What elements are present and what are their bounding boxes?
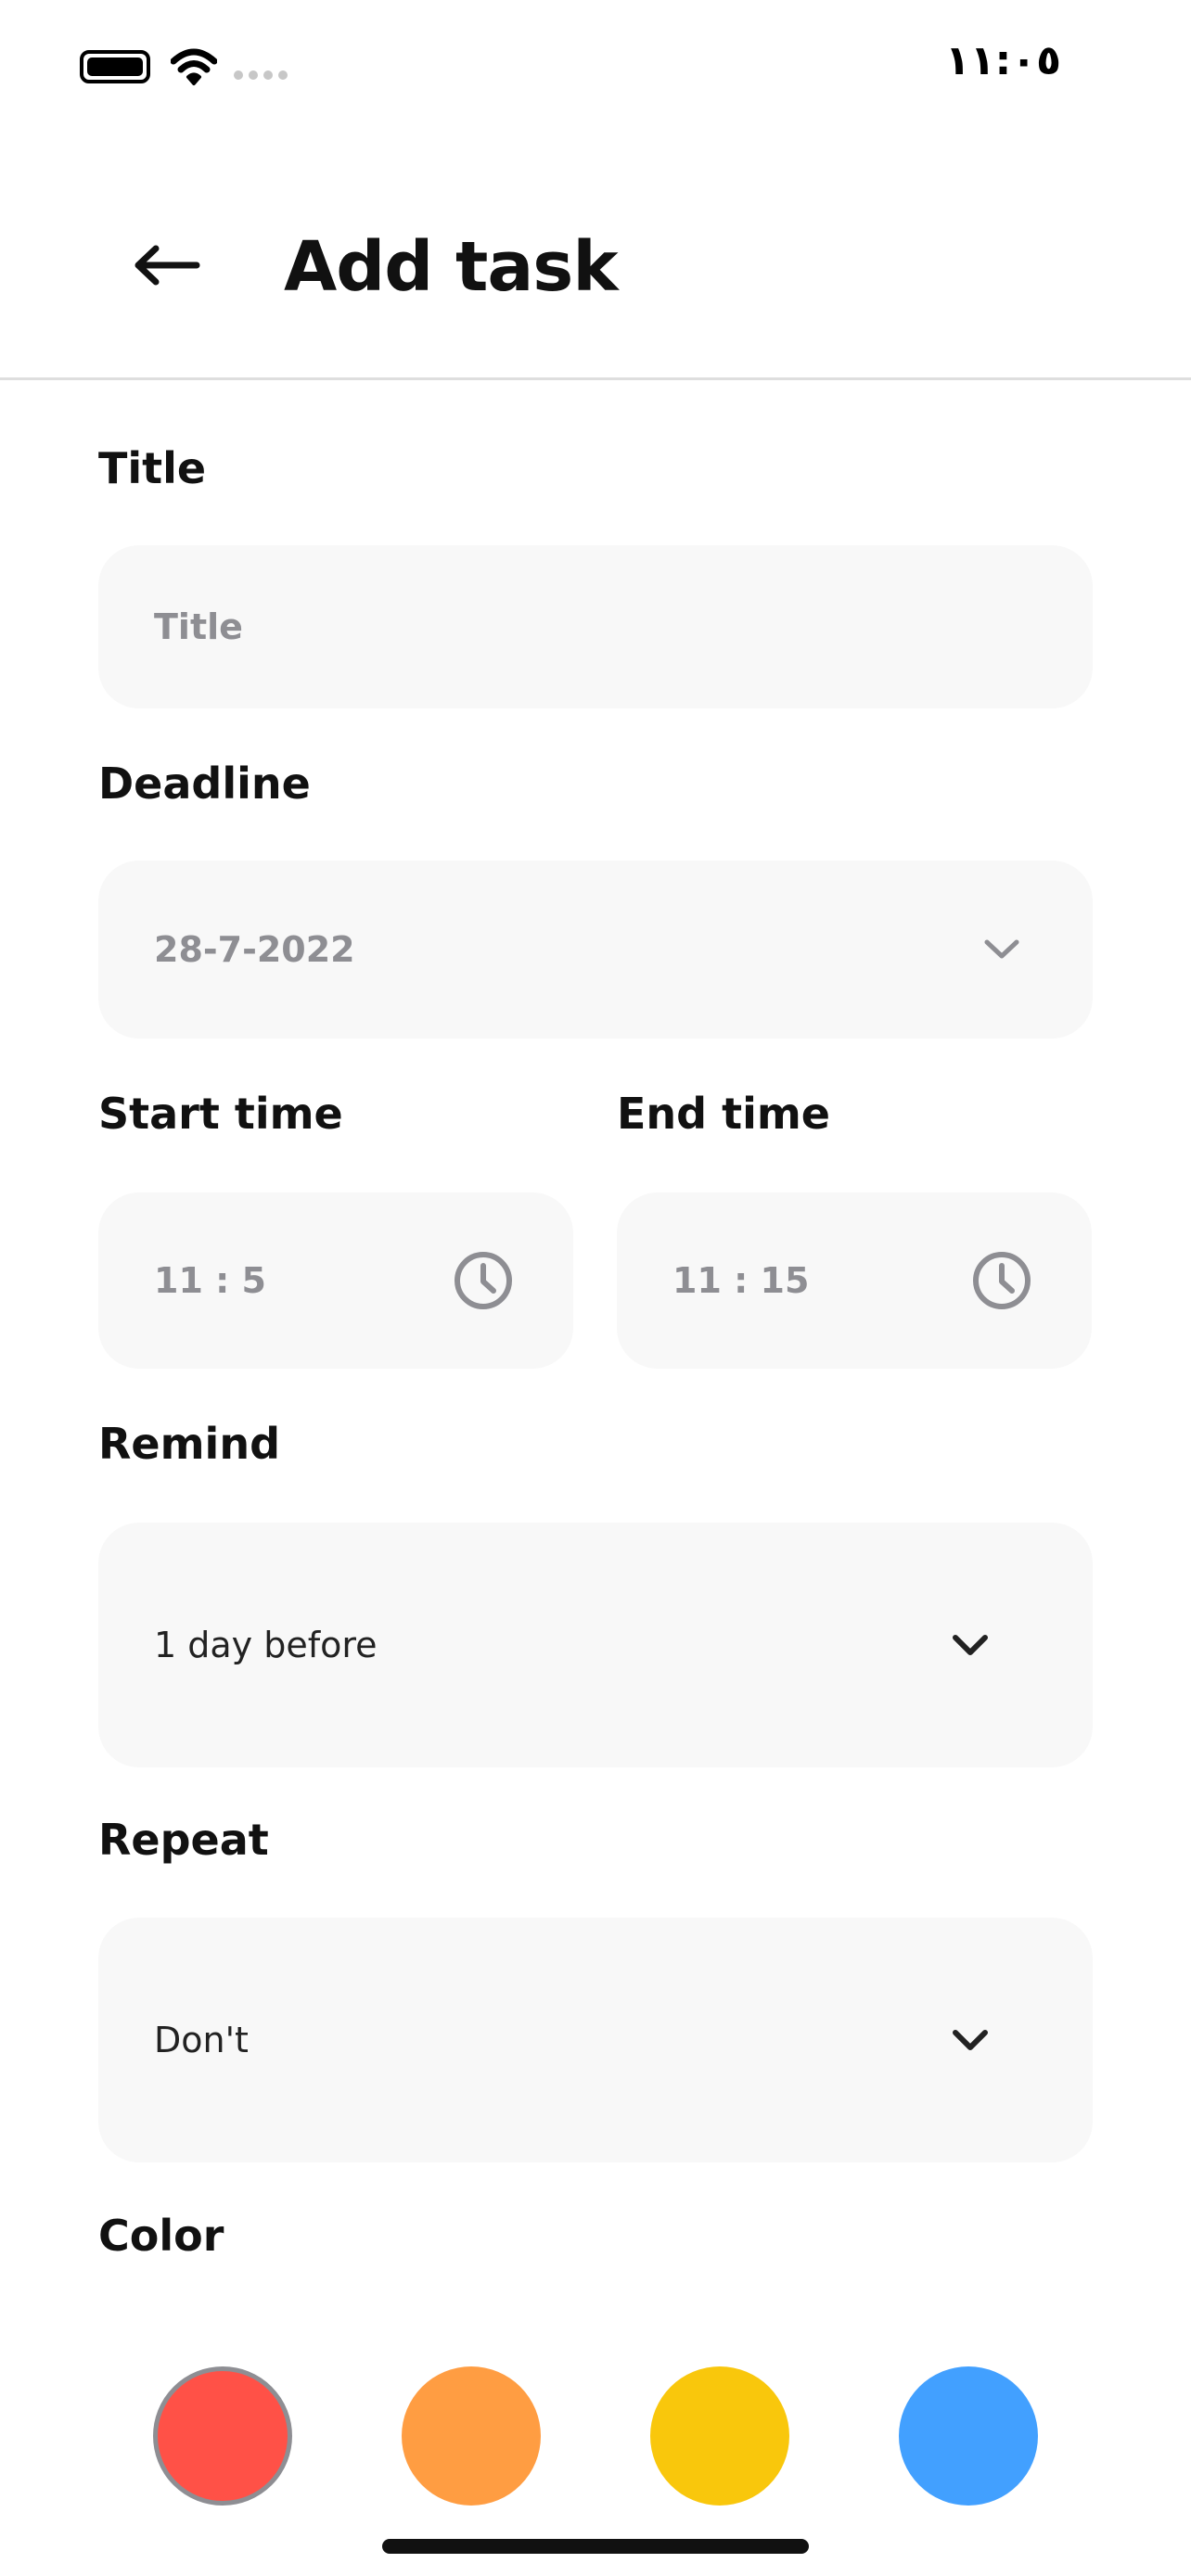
app-header: Add task <box>0 139 1191 380</box>
color-swatch-orange[interactable] <box>402 2366 541 2506</box>
end-time-picker[interactable]: 11 : 15 <box>617 1192 1092 1369</box>
page-title: Add task <box>284 227 619 307</box>
deadline-label: Deadline <box>98 759 311 809</box>
start-time-label: Start time <box>98 1089 343 1139</box>
chevron-down-icon <box>953 1635 988 1655</box>
deadline-value: 28-7-2022 <box>154 929 355 970</box>
signal-dots-icon <box>234 70 288 80</box>
end-time-label: End time <box>617 1089 830 1139</box>
color-swatch-yellow[interactable] <box>650 2366 789 2506</box>
title-label: Title <box>98 443 207 493</box>
chevron-down-icon <box>953 2030 988 2050</box>
start-time-value: 11 : 5 <box>154 1260 266 1301</box>
remind-value: 1 day before <box>154 1625 378 1665</box>
title-placeholder: Title <box>154 606 243 647</box>
color-swatch-blue[interactable] <box>899 2366 1038 2506</box>
clock-icon <box>973 1252 1031 1309</box>
end-time-value: 11 : 15 <box>672 1260 810 1301</box>
deadline-dropdown[interactable]: 28-7-2022 <box>98 861 1093 1039</box>
wifi-icon <box>171 48 217 85</box>
remind-dropdown[interactable]: 1 day before <box>98 1523 1093 1767</box>
color-label: Color <box>98 2211 224 2261</box>
repeat-dropdown[interactable]: Don't <box>98 1918 1093 2162</box>
home-indicator <box>382 2539 809 2554</box>
repeat-value: Don't <box>154 2020 249 2060</box>
repeat-label: Repeat <box>98 1815 269 1865</box>
battery-icon <box>80 50 150 83</box>
clock-icon <box>455 1252 512 1309</box>
start-time-picker[interactable]: 11 : 5 <box>98 1192 573 1369</box>
status-time: ١١:٠٥ <box>944 37 1061 84</box>
arrow-left-icon <box>134 245 200 286</box>
back-button[interactable] <box>121 219 213 312</box>
title-input[interactable]: Title <box>98 545 1093 708</box>
status-bar: ١١:٠٥ <box>0 0 1191 139</box>
remind-label: Remind <box>98 1419 280 1469</box>
chevron-down-icon <box>984 939 1019 959</box>
color-swatch-red[interactable] <box>153 2366 292 2506</box>
